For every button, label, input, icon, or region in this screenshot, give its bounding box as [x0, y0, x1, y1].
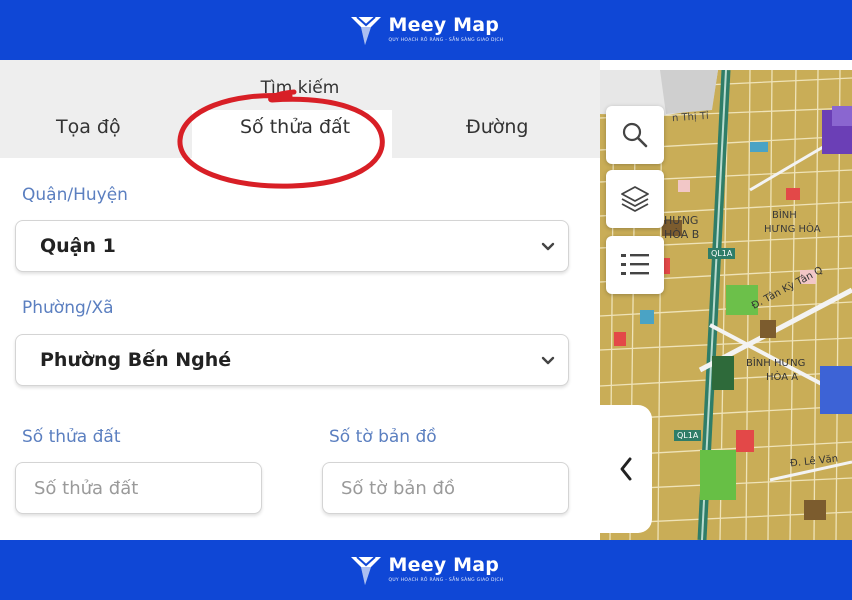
panel-title: Tìm kiếm	[260, 78, 340, 98]
map-label-area-3: BÌNH	[772, 210, 797, 221]
map-road-sign-2: QL1A	[674, 430, 702, 441]
ward-value: Phường Bến Nghé	[40, 349, 232, 371]
brand-tagline: QUY HOẠCH RÕ RÀNG - SẴN SÀNG GIAO DỊCH	[388, 578, 504, 584]
tab-parcel-number[interactable]: Số thửa đất	[240, 116, 350, 138]
brand-logo-group: Meey Map QUY HOẠCH RÕ RÀNG - SẴN SÀNG GI…	[349, 553, 504, 587]
map-label-area-4: HƯNG HÒA	[764, 224, 821, 235]
tab-coordinates[interactable]: Tọa độ	[56, 116, 121, 138]
map-search-button[interactable]	[606, 106, 664, 164]
parcel-number-label: Số thửa đất	[22, 427, 121, 447]
ward-select[interactable]: Phường Bến Nghé	[15, 334, 569, 386]
ward-label: Phường/Xã	[22, 298, 114, 318]
district-select[interactable]: Quận 1	[15, 220, 569, 272]
map-top-gap	[600, 60, 852, 70]
map-sheet-field[interactable]	[322, 462, 569, 514]
parcel-number-field[interactable]	[15, 462, 262, 514]
brand-logo-group: Meey Map QUY HOẠCH RÕ RÀNG - SẴN SÀNG GI…	[349, 13, 504, 47]
bottom-banner: Meey Map QUY HOẠCH RÕ RÀNG - SẴN SÀNG GI…	[0, 540, 852, 600]
meey-logo-icon	[350, 556, 381, 585]
layers-icon	[621, 186, 649, 212]
chevron-down-icon	[541, 356, 555, 365]
chevron-left-icon	[620, 457, 632, 481]
map-legend-button[interactable]	[606, 236, 664, 294]
map-label-area-6: HÒA A	[766, 372, 799, 383]
tab-road[interactable]: Đường	[466, 116, 529, 138]
map-sheet-input[interactable]	[323, 463, 568, 513]
meey-logo-icon	[350, 16, 381, 45]
search-icon	[622, 122, 648, 148]
top-banner: Meey Map QUY HOẠCH RÕ RÀNG - SẴN SÀNG GI…	[0, 0, 852, 60]
collapse-panel-button[interactable]	[600, 405, 652, 533]
map-sheet-label: Số tờ bản đồ	[329, 427, 437, 447]
list-icon	[621, 254, 649, 275]
brand-name: Meey Map	[388, 554, 500, 577]
parcel-number-input[interactable]	[16, 463, 261, 513]
map-layers-button[interactable]	[606, 170, 664, 228]
tab-bar: Tìm kiếm Tọa độ Số thửa đất Đường	[0, 60, 600, 189]
map-label-area-1: HƯNG	[664, 214, 699, 227]
brand-name: Meey Map	[388, 14, 500, 37]
district-label: Quận/Huyện	[22, 185, 128, 205]
map-label-area-5: BÌNH HƯNG	[746, 358, 806, 369]
map-road-sign-1: QL1A	[708, 248, 736, 259]
district-value: Quận 1	[40, 235, 116, 257]
brand-tagline: QUY HOẠCH RÕ RÀNG - SẴN SÀNG GIAO DỊCH	[388, 38, 504, 44]
search-panel: Tìm kiếm Tọa độ Số thửa đất Đường Quận/H…	[0, 60, 600, 540]
map-label-area-2: HÒA B	[664, 228, 700, 241]
chevron-down-icon	[541, 242, 555, 251]
